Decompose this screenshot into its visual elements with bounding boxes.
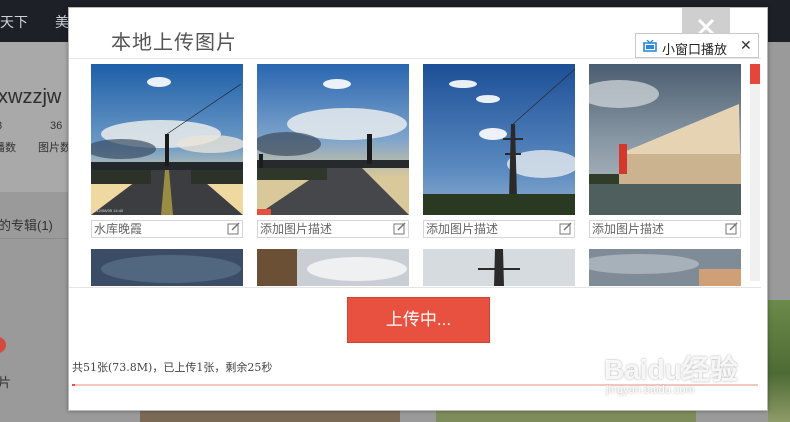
edit-icon[interactable] bbox=[393, 222, 406, 235]
photo-caption[interactable]: 水库晚霞 bbox=[91, 220, 243, 238]
photo-card bbox=[257, 249, 409, 286]
photo-card: 2012/08/05 14:40 水库晚霞 bbox=[91, 64, 243, 238]
upload-progress-fill bbox=[72, 384, 75, 386]
photo-grid-scrollbar[interactable] bbox=[750, 64, 760, 281]
edit-icon[interactable] bbox=[227, 222, 240, 235]
photo-caption[interactable]: 添加图片描述 bbox=[257, 220, 409, 238]
scrollbar-thumb[interactable] bbox=[750, 64, 760, 84]
photo-caption-text: 水库晚霞 bbox=[94, 222, 143, 236]
photo-card: 添加图片描述 bbox=[423, 64, 575, 238]
edit-icon[interactable] bbox=[559, 222, 572, 235]
profile-band bbox=[0, 42, 70, 192]
edit-icon[interactable] bbox=[725, 222, 738, 235]
watermark-url: jingyan.baidu.com bbox=[606, 384, 695, 396]
photo-thumbnail[interactable]: 2012/08/05 14:40 bbox=[91, 64, 243, 215]
photo-stamp: 2012/08/05 14:40 bbox=[92, 208, 124, 213]
tv-icon bbox=[643, 40, 657, 52]
stat-label: 图片数 bbox=[38, 142, 71, 154]
stat-label: 播数 bbox=[0, 142, 16, 154]
profile-username: xwzzjw bbox=[0, 86, 62, 108]
divider bbox=[69, 287, 761, 288]
nav-item[interactable]: 美 bbox=[55, 12, 69, 32]
photo-card: 添加图片描述 bbox=[257, 64, 409, 238]
photo-thumbnail[interactable] bbox=[423, 64, 575, 215]
side-label: 片 bbox=[0, 375, 12, 390]
photo-thumbnail[interactable] bbox=[589, 249, 741, 286]
photo-thumbnail[interactable] bbox=[91, 249, 243, 286]
baidu-jingyan-watermark: Baidu经验 jingyan.baidu.com bbox=[604, 348, 764, 408]
photo-card bbox=[91, 249, 243, 286]
photo-thumbnail[interactable] bbox=[257, 249, 409, 286]
photo-card bbox=[589, 249, 741, 286]
stat-value: 8 bbox=[0, 120, 2, 132]
photo-grid: 2012/08/05 14:40 水库晚霞 添加图片描述 添加图片描述 添加图片… bbox=[69, 59, 761, 286]
photo-caption[interactable]: 添加图片描述 bbox=[423, 220, 575, 238]
photo-caption-text: 添加图片描述 bbox=[260, 222, 333, 236]
photo-caption-text: 添加图片描述 bbox=[426, 222, 499, 236]
album-link[interactable]: 的专辑(1) bbox=[0, 215, 53, 234]
dialog-title: 本地上传图片 bbox=[111, 32, 237, 54]
photo-upload-progress bbox=[257, 209, 271, 215]
photo-thumbnail[interactable] bbox=[257, 64, 409, 215]
upload-status: 共51张(73.8M)，已上传1张，剩余25秒 bbox=[72, 361, 273, 374]
stat-value: 36 bbox=[50, 120, 63, 132]
photo-caption[interactable]: 添加图片描述 bbox=[589, 220, 741, 238]
photo-thumbnail[interactable] bbox=[423, 249, 575, 286]
photo-card: 添加图片描述 bbox=[589, 64, 741, 238]
mini-window-label: 小窗口播放 bbox=[662, 42, 728, 57]
background-photo bbox=[768, 300, 790, 422]
uploading-button[interactable]: 上传中... bbox=[347, 297, 490, 343]
watermark-brand: Baidu经验 bbox=[604, 354, 738, 385]
background-photo bbox=[436, 411, 696, 422]
photo-card bbox=[423, 249, 575, 286]
photo-caption-text: 添加图片描述 bbox=[592, 222, 665, 236]
divider bbox=[0, 238, 70, 239]
background-photo bbox=[140, 411, 400, 422]
close-mini-window-icon[interactable]: ✕ bbox=[740, 37, 752, 54]
nav-item[interactable]: 天下 bbox=[0, 12, 28, 32]
mini-window-play-button[interactable]: 小窗口播放 ✕ bbox=[635, 33, 759, 58]
photo-thumbnail[interactable] bbox=[589, 64, 741, 215]
